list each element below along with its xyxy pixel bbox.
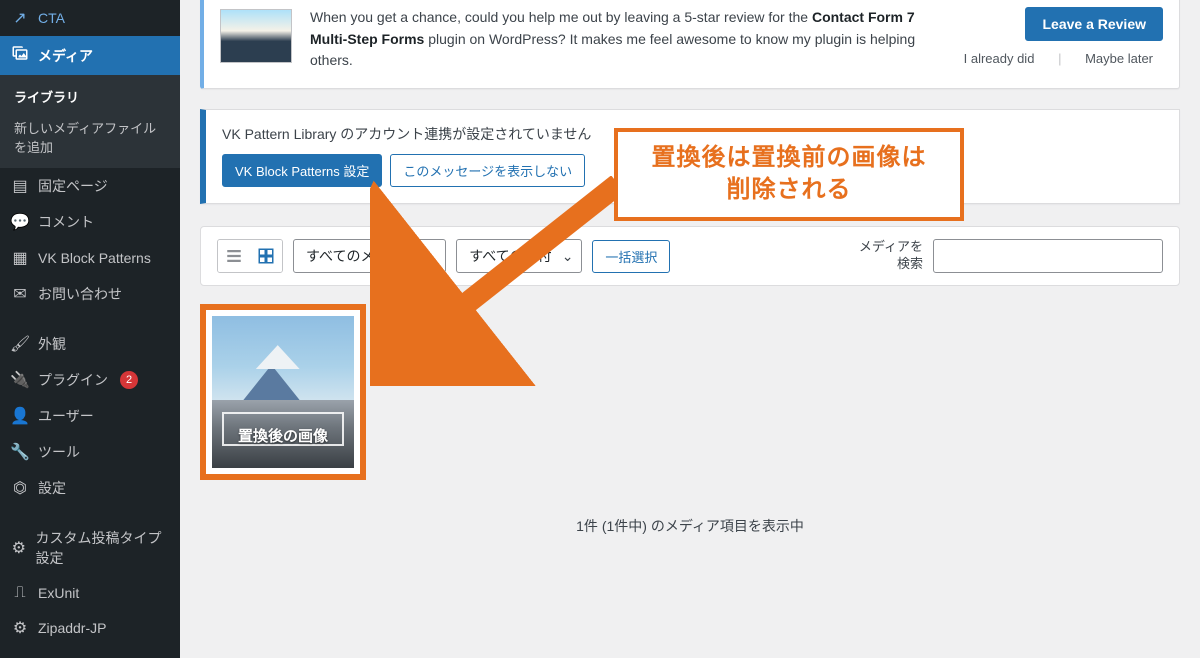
patterns-icon: ▦	[10, 248, 30, 268]
gear-icon: ⚙	[10, 618, 30, 638]
sidebar-item-label: ユーザー	[38, 406, 94, 426]
maybe-later-link[interactable]: Maybe later	[1075, 51, 1163, 66]
media-type-value: すべてのメディア	[306, 246, 415, 266]
sidebar-item-media[interactable]: メディア	[0, 36, 180, 75]
sliders-icon: ⏣	[10, 478, 30, 498]
media-status: 1件 (1件中) のメディア項目を表示中	[200, 516, 1180, 536]
chevron-down-icon: ⌄	[425, 248, 437, 265]
admin-sidebar: ↗ CTA メディア ライブラリ 新しいメディアファイルを追加 ▤ 固定ページ …	[0, 0, 180, 658]
annotation-callout: 置換後は置換前の画像は 削除される	[614, 128, 964, 221]
sidebar-item-label: Zipaddr-JP	[38, 620, 106, 636]
media-icon	[10, 44, 30, 67]
review-notice-actions: Leave a Review I already did | Maybe lat…	[954, 7, 1163, 66]
sidebar-item-label: VK Block Patterns	[38, 250, 151, 266]
vk-settings-button[interactable]: VK Block Patterns 設定	[222, 154, 382, 187]
sidebar-item-vk-patterns[interactable]: ▦ VK Block Patterns	[0, 240, 180, 276]
view-list-button[interactable]	[218, 240, 250, 272]
media-date-filter[interactable]: すべての日付 ⌄	[456, 239, 582, 273]
media-grid: 置換後の画像	[200, 304, 1180, 480]
cta-icon: ↗	[10, 8, 30, 28]
plug-icon: 🔌	[10, 370, 30, 390]
sidebar-item-label: お問い合わせ	[38, 284, 122, 304]
sidebar-item-users[interactable]: 👤 ユーザー	[0, 398, 180, 434]
exunit-icon: ⎍	[10, 584, 30, 602]
review-notice: When you get a chance, could you help me…	[200, 0, 1180, 89]
sidebar-item-contact[interactable]: ✉ お問い合わせ	[0, 276, 180, 312]
annotation-line1: 置換後は置換前の画像は	[630, 142, 948, 174]
sidebar-item-exunit[interactable]: ⎍ ExUnit	[0, 576, 180, 610]
media-caption: 置換後の画像	[218, 425, 348, 446]
user-icon: 👤	[10, 406, 30, 426]
sidebar-item-cpt-settings[interactable]: ⚙ カスタム投稿タイプ設定	[0, 520, 180, 576]
media-thumbnail: 置換後の画像	[212, 316, 354, 468]
media-item[interactable]: 置換後の画像	[200, 304, 366, 480]
chevron-down-icon: ⌄	[562, 248, 574, 265]
sidebar-item-label: 外観	[38, 334, 66, 354]
sidebar-item-label: メディア	[38, 46, 93, 66]
vk-dismiss-button[interactable]: このメッセージを表示しない	[390, 154, 585, 187]
divider: |	[1048, 51, 1071, 66]
sidebar-item-label: コメント	[38, 212, 94, 232]
sidebar-item-appearance[interactable]: 🖌 外観	[0, 326, 180, 362]
review-text-pre: When you get a chance, could you help me…	[310, 9, 812, 25]
sidebar-sub-add-new[interactable]: 新しいメディアファイルを追加	[0, 112, 180, 162]
gear-icon: ⚙	[10, 538, 27, 558]
sidebar-item-tools[interactable]: 🔧 ツール	[0, 434, 180, 470]
sidebar-item-label: 設定	[38, 478, 66, 498]
sidebar-item-label: CTA	[38, 10, 65, 26]
review-notice-body: When you get a chance, could you help me…	[310, 7, 936, 72]
media-date-value: すべての日付	[469, 246, 551, 266]
view-grid-button[interactable]	[250, 240, 282, 272]
sidebar-item-label: プラグイン	[38, 370, 108, 390]
comments-icon: 💬	[10, 212, 30, 232]
sidebar-item-label: カスタム投稿タイプ設定	[35, 528, 170, 568]
view-switch	[217, 239, 283, 273]
leave-review-button[interactable]: Leave a Review	[1025, 7, 1163, 41]
main-content: When you get a chance, could you help me…	[180, 0, 1200, 658]
media-type-filter[interactable]: すべてのメディア ⌄	[293, 239, 446, 273]
sidebar-submenu-media: ライブラリ 新しいメディアファイルを追加	[0, 75, 180, 168]
review-notice-links: I already did | Maybe later	[954, 51, 1163, 66]
search-label: メディアを検索	[855, 239, 923, 273]
media-search-input[interactable]	[933, 239, 1163, 273]
annotation-line2: 削除される	[630, 174, 948, 206]
sidebar-item-plugins[interactable]: 🔌 プラグイン 2	[0, 362, 180, 398]
sidebar-sub-library[interactable]: ライブラリ	[0, 81, 180, 112]
sidebar-item-comments[interactable]: 💬 コメント	[0, 204, 180, 240]
wrench-icon: 🔧	[10, 442, 30, 462]
sidebar-item-pages[interactable]: ▤ 固定ページ	[0, 168, 180, 204]
sidebar-item-label: 固定ページ	[38, 176, 108, 196]
sidebar-item-label: ExUnit	[38, 585, 79, 601]
sidebar-item-zipaddr[interactable]: ⚙ Zipaddr-JP	[0, 610, 180, 646]
already-did-link[interactable]: I already did	[954, 51, 1045, 66]
brush-icon: 🖌	[10, 334, 30, 354]
update-count-badge: 2	[120, 371, 138, 389]
pages-icon: ▤	[10, 176, 30, 196]
bulk-select-button[interactable]: 一括選択	[592, 240, 670, 273]
envelope-icon: ✉	[10, 284, 30, 304]
plugin-thumb	[220, 9, 292, 63]
media-filter-bar: すべてのメディア ⌄ すべての日付 ⌄ 一括選択 メディアを検索	[200, 226, 1180, 286]
sidebar-item-label: ツール	[38, 442, 80, 462]
sidebar-item-cta[interactable]: ↗ CTA	[0, 0, 180, 36]
sidebar-item-settings[interactable]: ⏣ 設定	[0, 470, 180, 506]
